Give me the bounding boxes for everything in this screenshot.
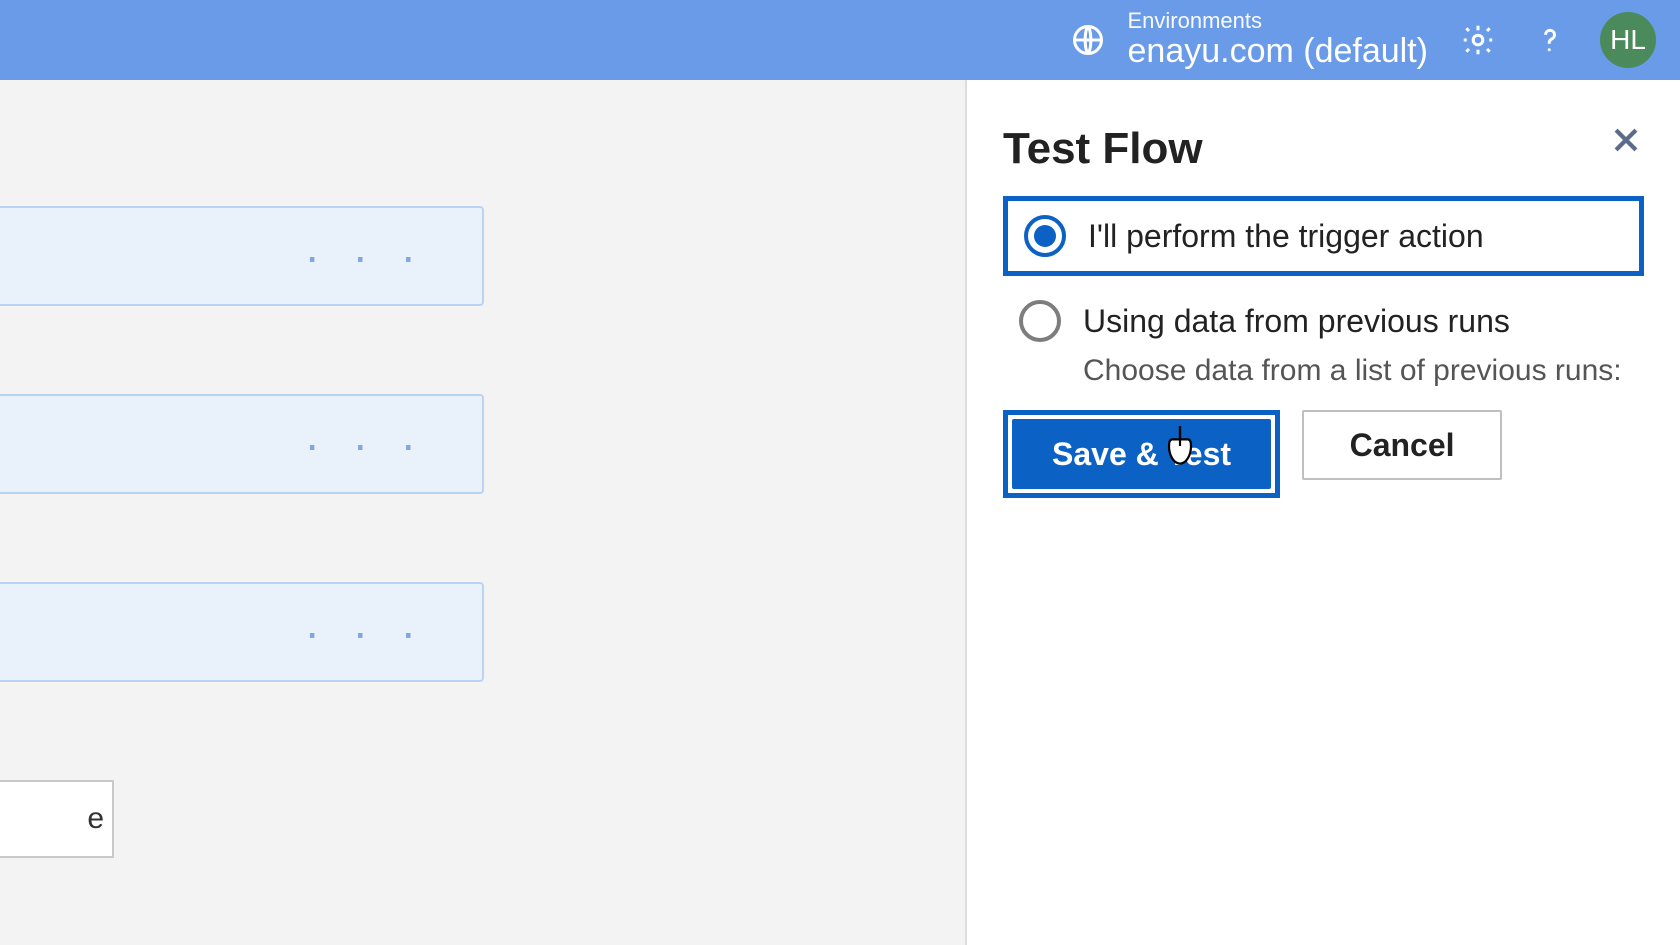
- previous-runs-description: Choose data from a list of previous runs…: [1083, 354, 1644, 388]
- gear-icon[interactable]: [1456, 18, 1500, 62]
- test-flow-panel: Test Flow I'll perform the trigger actio…: [965, 80, 1680, 945]
- save-test-highlight: Save & Test: [1003, 410, 1280, 498]
- globe-icon: [1066, 18, 1110, 62]
- save-test-button[interactable]: Save & Test: [1012, 419, 1271, 489]
- small-card-text: e: [87, 802, 104, 836]
- add-step-card[interactable]: e: [0, 780, 114, 858]
- radio-label: I'll perform the trigger action: [1088, 218, 1484, 255]
- radio-selected-icon: [1024, 215, 1066, 257]
- flow-step-card[interactable]: · · ·: [0, 394, 484, 494]
- environment-name: enayu.com (default): [1128, 33, 1429, 70]
- flow-step-card[interactable]: · · ·: [0, 206, 484, 306]
- cancel-button[interactable]: Cancel: [1302, 410, 1502, 480]
- avatar[interactable]: HL: [1600, 12, 1656, 68]
- flow-step-card[interactable]: · · ·: [0, 582, 484, 682]
- radio-option-previous-runs[interactable]: Using data from previous runs: [1003, 286, 1644, 356]
- help-icon[interactable]: [1528, 18, 1572, 62]
- app-header: Environments enayu.com (default) HL: [0, 0, 1680, 80]
- avatar-initials: HL: [1610, 24, 1646, 56]
- close-icon[interactable]: [1606, 120, 1646, 160]
- radio-label: Using data from previous runs: [1083, 303, 1510, 340]
- radio-unselected-icon: [1019, 300, 1061, 342]
- radio-option-perform-trigger[interactable]: I'll perform the trigger action: [1003, 196, 1644, 276]
- panel-title: Test Flow: [1003, 124, 1644, 174]
- environments-label: Environments: [1128, 9, 1429, 33]
- environment-selector[interactable]: Environments enayu.com (default): [1066, 9, 1429, 71]
- panel-button-row: Save & Test Cancel: [1003, 410, 1644, 498]
